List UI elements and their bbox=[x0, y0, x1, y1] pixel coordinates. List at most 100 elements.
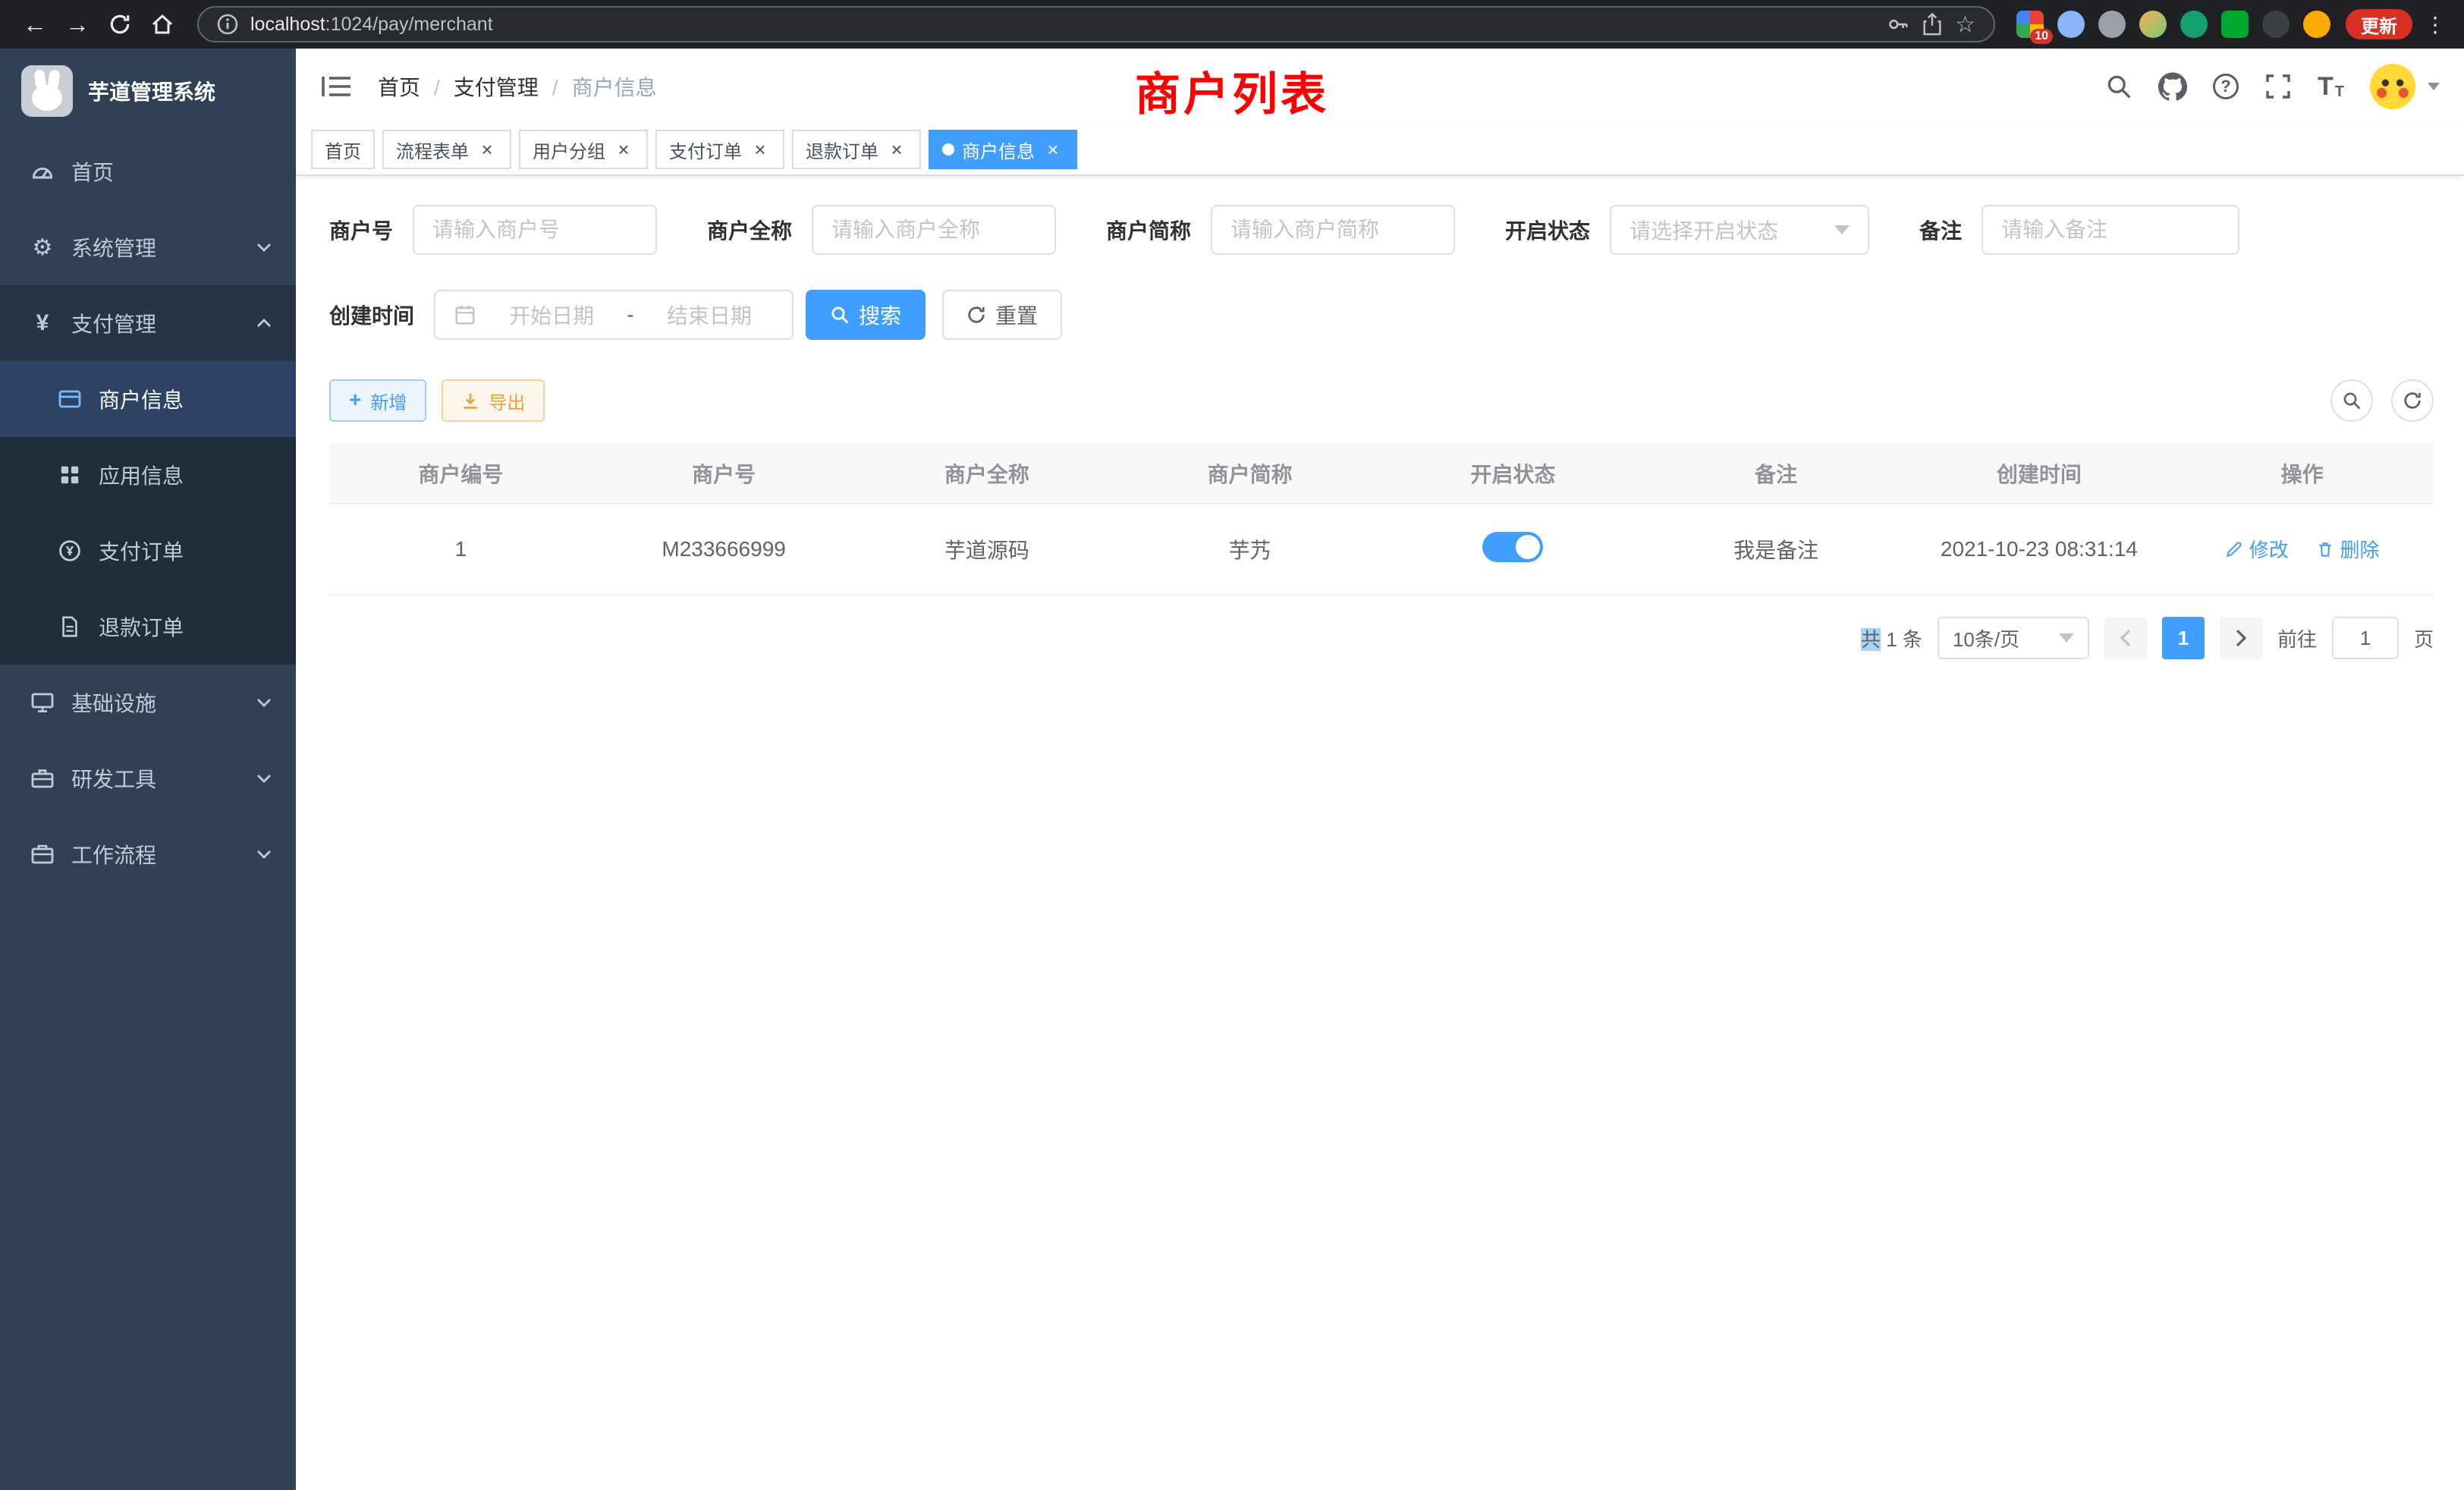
tab-close-icon[interactable] bbox=[1042, 139, 1064, 160]
extension-icon-3[interactable] bbox=[2098, 11, 2126, 38]
extension-icon-4[interactable] bbox=[2139, 11, 2167, 38]
share-icon[interactable] bbox=[1922, 13, 1943, 36]
page-size-select[interactable]: 10条/页 bbox=[1938, 617, 2089, 659]
sidebar-item-infrastructure[interactable]: 基础设施 bbox=[0, 665, 296, 740]
search-icon[interactable] bbox=[2105, 73, 2132, 100]
sidebar-item-pay-order[interactable]: 支付订单 bbox=[0, 513, 296, 589]
help-icon[interactable] bbox=[2213, 74, 2239, 99]
edit-button-label: 修改 bbox=[2249, 535, 2289, 563]
short-name-input[interactable] bbox=[1230, 218, 1435, 242]
tab-user-group[interactable]: 用户分组 bbox=[519, 130, 648, 169]
tab-merchant-info[interactable]: 商户信息 bbox=[929, 130, 1077, 169]
site-info-icon[interactable] bbox=[217, 14, 238, 35]
tab-process-form[interactable]: 流程表单 bbox=[382, 130, 511, 169]
date-range-picker[interactable]: 开始日期 - 结束日期 bbox=[434, 290, 794, 340]
app-logo[interactable]: 芋道管理系统 bbox=[0, 49, 296, 134]
github-icon[interactable] bbox=[2158, 72, 2187, 101]
field-label: 商户全称 bbox=[707, 215, 792, 245]
active-dot bbox=[942, 143, 954, 156]
navbar-actions bbox=[2105, 64, 2440, 109]
sidebar-item-dev-tools[interactable]: 研发工具 bbox=[0, 740, 296, 816]
select-placeholder: 请选择开启状态 bbox=[1630, 215, 1778, 245]
monitor-icon bbox=[30, 690, 55, 715]
avatar-caret-icon[interactable] bbox=[2428, 83, 2440, 90]
tab-refund-order[interactable]: 退款订单 bbox=[792, 130, 921, 169]
edit-button[interactable]: 修改 bbox=[2225, 535, 2289, 563]
page-number-1[interactable]: 1 bbox=[2162, 617, 2205, 659]
extension-icon-2[interactable] bbox=[2057, 11, 2085, 38]
font-size-icon[interactable] bbox=[2318, 74, 2344, 99]
url-bar[interactable]: localhost :1024/pay/merchant ☆ bbox=[197, 6, 1995, 42]
sidebar-item-label: 基础设施 bbox=[71, 687, 240, 718]
delete-button[interactable]: 删除 bbox=[2316, 535, 2380, 563]
cell-merchant-id: 1 bbox=[329, 504, 592, 595]
refresh-table-button[interactable] bbox=[2391, 379, 2434, 422]
tab-label: 支付订单 bbox=[669, 137, 742, 163]
sidebar-item-system[interactable]: 系统管理 bbox=[0, 209, 296, 285]
status-toggle[interactable] bbox=[1482, 532, 1543, 562]
reset-button[interactable]: 重置 bbox=[942, 290, 1062, 340]
home-button[interactable] bbox=[143, 5, 182, 44]
dashboard-icon bbox=[30, 159, 55, 184]
jump-page-input[interactable] bbox=[2332, 617, 2399, 659]
breadcrumb-pay[interactable]: 支付管理 bbox=[454, 71, 558, 102]
breadcrumb: 首页 支付管理 商户信息 bbox=[378, 71, 671, 102]
sidebar-item-refund-order[interactable]: 退款订单 bbox=[0, 589, 296, 665]
status-select[interactable]: 请选择开启状态 bbox=[1610, 205, 1869, 255]
page-content: 商户号 商户全称 商户简称 开启状态 请选择开启状态 bbox=[296, 176, 2464, 705]
merchant-no-input[interactable] bbox=[432, 218, 637, 242]
reload-button[interactable] bbox=[100, 5, 140, 44]
user-avatar[interactable] bbox=[2370, 64, 2415, 109]
browser-update-button[interactable]: 更新 bbox=[2346, 9, 2412, 39]
forward-button[interactable]: → bbox=[58, 5, 97, 44]
sidebar-item-label: 研发工具 bbox=[71, 763, 240, 794]
document-icon bbox=[58, 615, 82, 639]
toggle-search-button[interactable] bbox=[2330, 379, 2373, 422]
tab-pay-order[interactable]: 支付订单 bbox=[655, 130, 784, 169]
full-name-input[interactable] bbox=[831, 218, 1036, 242]
sidebar-item-home[interactable]: 首页 bbox=[0, 134, 296, 209]
home-icon bbox=[150, 12, 174, 36]
table-header-row: 商户编号 商户号 商户全称 商户简称 开启状态 备注 创建时间 操作 bbox=[329, 443, 2434, 504]
logo-image bbox=[21, 65, 73, 117]
fullscreen-icon[interactable] bbox=[2264, 73, 2292, 100]
bookmark-star-icon[interactable]: ☆ bbox=[1955, 11, 1975, 38]
extension-icon-1[interactable]: 10 bbox=[2016, 11, 2044, 38]
extension-icon-6[interactable] bbox=[2221, 11, 2249, 38]
sidebar-item-app-info[interactable]: 应用信息 bbox=[0, 437, 296, 513]
browser-menu-button[interactable] bbox=[2422, 8, 2449, 41]
chevron-down-icon bbox=[1834, 225, 1850, 234]
grid-icon bbox=[58, 463, 82, 487]
extension-icon-7[interactable] bbox=[2262, 11, 2290, 38]
export-button[interactable]: 导出 bbox=[442, 379, 545, 422]
prev-page-button[interactable] bbox=[2104, 617, 2147, 659]
tab-home[interactable]: 首页 bbox=[311, 130, 375, 169]
column-header: 商户全称 bbox=[856, 443, 1119, 504]
extension-icon-5[interactable] bbox=[2180, 11, 2208, 38]
download-icon bbox=[461, 391, 479, 410]
chevron-down-icon bbox=[256, 850, 272, 859]
password-key-icon[interactable] bbox=[1887, 13, 1909, 36]
profile-avatar-icon[interactable] bbox=[2303, 11, 2330, 38]
sidebar-item-pay[interactable]: 支付管理 bbox=[0, 285, 296, 361]
sidebar-item-merchant-info[interactable]: 商户信息 bbox=[0, 361, 296, 437]
tab-close-icon[interactable] bbox=[476, 139, 498, 160]
sidebar-item-workflow[interactable]: 工作流程 bbox=[0, 816, 296, 892]
trash-icon bbox=[2316, 540, 2334, 558]
remark-input[interactable] bbox=[2001, 218, 2220, 242]
total-count: 1 bbox=[1886, 628, 1897, 651]
tab-close-icon[interactable] bbox=[613, 139, 634, 160]
start-date-placeholder: 开始日期 bbox=[487, 300, 616, 330]
filter-full-name: 商户全称 bbox=[707, 205, 1056, 255]
tab-close-icon[interactable] bbox=[886, 139, 907, 160]
back-button[interactable]: ← bbox=[15, 5, 55, 44]
tab-close-icon[interactable] bbox=[750, 139, 771, 160]
next-page-button[interactable] bbox=[2220, 617, 2262, 659]
breadcrumb-home[interactable]: 首页 bbox=[378, 71, 440, 102]
hamburger-icon[interactable] bbox=[320, 73, 354, 100]
add-button[interactable]: 新增 bbox=[329, 379, 426, 422]
field-label: 创建时间 bbox=[329, 300, 414, 330]
sidebar-item-label: 支付订单 bbox=[99, 536, 272, 566]
search-button[interactable]: 搜索 bbox=[806, 290, 926, 340]
tab-label: 用户分组 bbox=[533, 137, 605, 163]
